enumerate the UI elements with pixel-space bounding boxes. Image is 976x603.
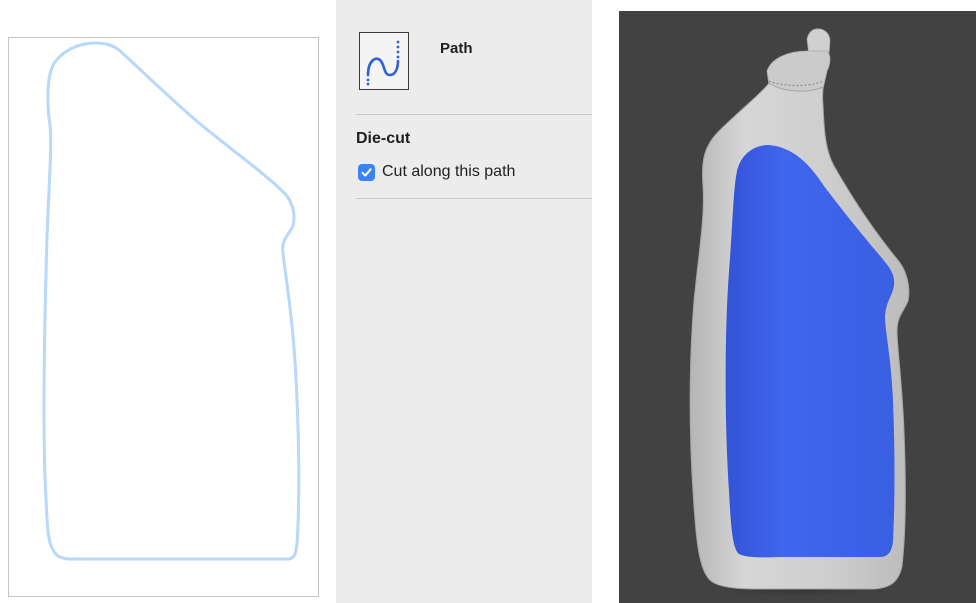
die-cut-path-outline[interactable] [9,38,320,598]
cut-along-path-option[interactable]: Cut along this path [358,162,515,182]
bottle-3d-model[interactable] [619,11,976,603]
path-canvas [0,0,336,603]
die-cut-editor: Path Die-cut Cut along this path [0,0,976,603]
artboard[interactable] [8,37,319,597]
divider [356,114,592,115]
cut-along-path-label[interactable]: Cut along this path [382,163,515,181]
path-header: Path [336,0,592,114]
path-icon [359,32,409,90]
divider [356,198,592,199]
cut-along-path-checkbox[interactable] [358,163,375,181]
3d-preview[interactable] [619,11,976,603]
inspector-panel: Path Die-cut Cut along this path [336,0,592,603]
path-title: Path [440,40,473,57]
checkmark-icon [361,167,372,177]
die-cut-section-title: Die-cut [356,130,411,147]
